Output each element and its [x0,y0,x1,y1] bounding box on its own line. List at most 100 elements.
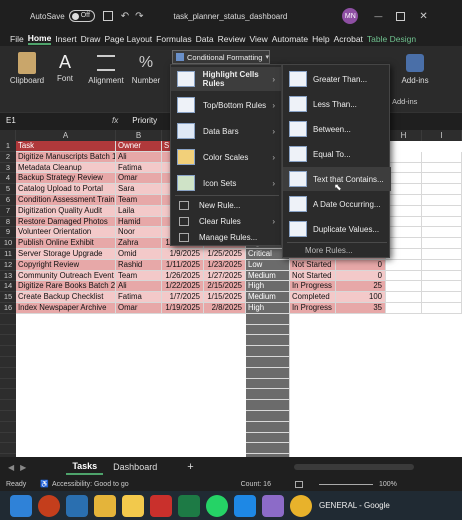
table-cell-progress[interactable]: 0 [336,270,386,282]
table-cell-h[interactable] [386,259,422,271]
table-header-cell[interactable]: Task [16,141,116,152]
table-cell-task[interactable]: Publish Online Exhibit [16,238,116,249]
table-cell-task[interactable]: Digitization Quality Audit [16,205,116,217]
menu-item-manage-rules[interactable]: Manage Rules... [171,229,281,245]
table-cell-task[interactable]: Restore Damaged Photos [16,216,116,228]
zoom-slider[interactable] [318,483,373,485]
tab-nav-left-icon[interactable]: ◀ [8,463,14,472]
menu-item-color-scales[interactable]: Color Scales › [171,145,281,169]
table-cell-i[interactable] [422,292,462,303]
snipping-tool-icon[interactable] [262,494,284,517]
table-cell-i[interactable] [422,173,462,185]
row-header[interactable]: 11 [0,249,16,260]
submenu-item-between[interactable]: Between... [283,117,391,141]
select-all-corner[interactable] [0,130,16,141]
row-header[interactable] [0,389,16,401]
table-cell-h[interactable] [386,227,422,239]
table-cell-start[interactable]: 1/7/2025 [162,292,204,303]
table-cell-due[interactable]: 2/8/2025 [204,303,246,314]
selected-column-cell[interactable] [246,411,290,422]
tab-draw[interactable]: Draw [81,34,101,44]
row-header[interactable]: 14 [0,281,16,293]
number-group[interactable]: % Number [130,50,162,85]
row-header[interactable]: 13 [0,270,16,282]
close-icon[interactable]: ✕ [419,11,427,22]
horizontal-scrollbar[interactable] [293,464,414,470]
row-header[interactable]: 2 [0,151,16,163]
whatsapp-icon[interactable] [206,494,228,517]
table-cell-h[interactable] [386,184,422,195]
folder-icon[interactable] [122,494,144,517]
submenu-item-date-occurring[interactable]: A Date Occurring... [283,192,391,216]
selected-column-cell[interactable] [246,367,290,379]
submenu-item-greater-than[interactable]: Greater Than... [283,67,391,91]
table-cell-progress[interactable]: 25 [336,281,386,293]
table-cell-h[interactable] [386,292,422,303]
tab-acrobat[interactable]: Acrobat [334,34,363,44]
row-header[interactable]: 16 [0,303,16,314]
selected-column-cell[interactable] [246,400,290,411]
table-cell-i[interactable] [422,259,462,271]
sheet-tab-tasks[interactable]: Tasks [66,459,104,475]
table-cell-h[interactable] [386,281,422,293]
windows-start-icon[interactable] [10,494,32,517]
table-cell-task[interactable]: Backup Strategy Review [16,173,116,185]
table-cell-task[interactable]: Digitize Manuscripts Batch 1 [16,151,116,163]
addins-group[interactable]: Add-ins [395,50,435,85]
tab-help[interactable]: Help [312,34,329,44]
selected-column-cell[interactable] [246,335,290,347]
view-normal-icon[interactable] [294,480,303,488]
table-cell-status[interactable]: Not Started [290,259,336,271]
selected-column-cell[interactable] [246,313,290,325]
tab-formulas[interactable]: Formulas [156,34,191,44]
table-cell-progress[interactable]: 100 [336,292,386,303]
table-cell-h[interactable] [386,195,422,206]
table-cell-h[interactable] [386,238,422,249]
selected-column-cell[interactable] [246,357,290,368]
table-cell-start[interactable]: 1/11/2025 [162,259,204,271]
add-sheet-button[interactable]: + [187,461,193,473]
submenu-item-equal-to[interactable]: Equal To... [283,142,391,166]
selected-column-cell[interactable] [246,346,290,357]
sheet-tab-dashboard[interactable]: Dashboard [113,462,157,472]
table-cell-due[interactable]: 1/27/2025 [204,270,246,282]
table-cell-i[interactable] [422,162,462,174]
row-header[interactable]: 10 [0,238,16,249]
table-cell-status[interactable]: In Progress [290,281,336,293]
tab-review[interactable]: Review [218,34,246,44]
row-header[interactable] [0,421,16,433]
row-header[interactable] [0,411,16,422]
vscode-icon[interactable] [234,494,256,517]
submenu-item-less-than[interactable]: Less Than... [283,92,391,116]
tab-data[interactable]: Data [196,34,214,44]
table-cell-h[interactable] [386,303,422,314]
table-cell-start[interactable]: 1/19/2025 [162,303,204,314]
row-header[interactable]: 7 [0,205,16,217]
table-cell-task[interactable]: Catalog Upload to Portal [16,184,116,195]
fx-icon[interactable]: fx [112,116,118,125]
file-explorer-icon[interactable] [94,494,116,517]
table-cell-i[interactable] [422,184,462,195]
tab-nav-right-icon[interactable]: ▶ [20,463,26,472]
formula-content[interactable]: Priority [132,116,157,125]
table-cell-owner[interactable]: Omid [116,249,162,260]
selected-column-cell[interactable] [246,432,290,444]
tab-page-layout[interactable]: Page Layout [104,34,152,44]
taskbar-app-label[interactable]: GENERAL - Google [319,501,390,510]
table-cell-h[interactable] [386,173,422,185]
table-cell-status[interactable]: Completed [290,292,336,303]
tab-automate[interactable]: Automate [272,34,308,44]
selected-column-cell[interactable] [246,443,290,455]
table-cell-due[interactable]: 2/15/2025 [204,281,246,293]
tab-insert[interactable]: Insert [55,34,76,44]
table-cell-h[interactable] [386,162,422,174]
selected-column-cell[interactable] [246,421,290,433]
table-cell-owner[interactable]: Fatima [116,162,162,174]
table-cell-i[interactable] [422,151,462,163]
table-cell-h[interactable] [386,205,422,217]
row-header[interactable] [0,443,16,455]
selected-column-cell[interactable] [246,389,290,401]
tab-view[interactable]: View [249,34,267,44]
pdf-icon[interactable] [150,494,172,517]
table-cell-h[interactable] [386,270,422,282]
